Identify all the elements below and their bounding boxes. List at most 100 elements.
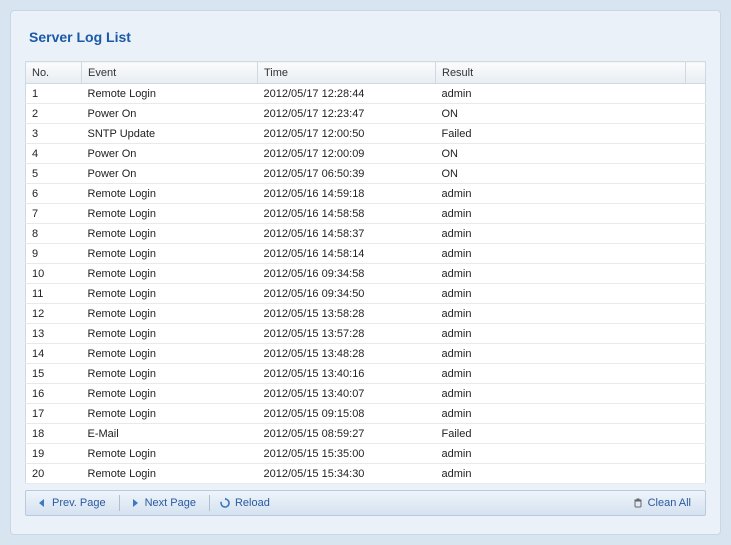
cell-extra <box>686 224 706 244</box>
cell-result: admin <box>436 184 686 204</box>
cell-no: 18 <box>26 424 82 444</box>
cell-no: 10 <box>26 264 82 284</box>
cell-extra <box>686 104 706 124</box>
cell-extra <box>686 84 706 104</box>
toolbar-separator <box>209 495 210 511</box>
cell-result: admin <box>436 324 686 344</box>
next-page-button[interactable]: Next Page <box>123 495 202 511</box>
cell-extra <box>686 264 706 284</box>
table-row[interactable]: 2Power On2012/05/17 12:23:47ON <box>26 104 706 124</box>
cell-result: admin <box>436 304 686 324</box>
arrow-left-icon <box>36 497 48 509</box>
cell-extra <box>686 204 706 224</box>
table-row[interactable]: 7Remote Login2012/05/16 14:58:58admin <box>26 204 706 224</box>
cell-no: 11 <box>26 284 82 304</box>
cell-event: SNTP Update <box>82 124 258 144</box>
col-header-extra <box>686 62 706 84</box>
cell-event: E-Mail <box>82 424 258 444</box>
cell-time: 2012/05/16 09:34:58 <box>258 264 436 284</box>
table-row[interactable]: 13Remote Login2012/05/15 13:57:28admin <box>26 324 706 344</box>
cell-result: ON <box>436 104 686 124</box>
cell-no: 13 <box>26 324 82 344</box>
cell-extra <box>686 384 706 404</box>
cell-event: Power On <box>82 104 258 124</box>
cell-no: 4 <box>26 144 82 164</box>
cell-extra <box>686 244 706 264</box>
table-row[interactable]: 17Remote Login2012/05/15 09:15:08admin <box>26 404 706 424</box>
cell-time: 2012/05/16 09:34:50 <box>258 284 436 304</box>
prev-page-button[interactable]: Prev. Page <box>30 495 112 511</box>
cell-event: Remote Login <box>82 224 258 244</box>
cell-time: 2012/05/17 12:00:09 <box>258 144 436 164</box>
table-row[interactable]: 15Remote Login2012/05/15 13:40:16admin <box>26 364 706 384</box>
col-header-no[interactable]: No. <box>26 62 82 84</box>
cell-result: admin <box>436 464 686 484</box>
cell-result: Failed <box>436 124 686 144</box>
cell-result: admin <box>436 84 686 104</box>
table-row[interactable]: 19Remote Login2012/05/15 15:35:00admin <box>26 444 706 464</box>
cell-time: 2012/05/15 08:59:27 <box>258 424 436 444</box>
cell-no: 14 <box>26 344 82 364</box>
table-row[interactable]: 12Remote Login2012/05/15 13:58:28admin <box>26 304 706 324</box>
table-row[interactable]: 5Power On2012/05/17 06:50:39ON <box>26 164 706 184</box>
cell-event: Remote Login <box>82 324 258 344</box>
cell-event: Remote Login <box>82 284 258 304</box>
cell-extra <box>686 464 706 484</box>
cell-no: 15 <box>26 364 82 384</box>
cell-time: 2012/05/15 13:58:28 <box>258 304 436 324</box>
table-row[interactable]: 6Remote Login2012/05/16 14:59:18admin <box>26 184 706 204</box>
cell-event: Remote Login <box>82 464 258 484</box>
table-row[interactable]: 11Remote Login2012/05/16 09:34:50admin <box>26 284 706 304</box>
cell-result: admin <box>436 204 686 224</box>
table-row[interactable]: 18E-Mail2012/05/15 08:59:27Failed <box>26 424 706 444</box>
cell-time: 2012/05/15 13:40:07 <box>258 384 436 404</box>
cell-time: 2012/05/16 14:58:37 <box>258 224 436 244</box>
col-header-result[interactable]: Result <box>436 62 686 84</box>
content-panel: Server Log List No. Event Time Result 1R… <box>10 10 721 535</box>
cell-event: Remote Login <box>82 204 258 224</box>
cell-no: 3 <box>26 124 82 144</box>
cell-no: 20 <box>26 464 82 484</box>
prev-page-label: Prev. Page <box>52 497 106 509</box>
cell-extra <box>686 364 706 384</box>
reload-icon <box>219 497 231 509</box>
cell-result: ON <box>436 164 686 184</box>
cell-no: 9 <box>26 244 82 264</box>
col-header-event[interactable]: Event <box>82 62 258 84</box>
cell-no: 12 <box>26 304 82 324</box>
cell-time: 2012/05/16 14:58:58 <box>258 204 436 224</box>
cell-result: admin <box>436 284 686 304</box>
cell-event: Power On <box>82 164 258 184</box>
cell-time: 2012/05/15 15:35:00 <box>258 444 436 464</box>
table-row[interactable]: 3SNTP Update2012/05/17 12:00:50Failed <box>26 124 706 144</box>
table-row[interactable]: 9Remote Login2012/05/16 14:58:14admin <box>26 244 706 264</box>
cell-extra <box>686 284 706 304</box>
cell-extra <box>686 404 706 424</box>
table-row[interactable]: 14Remote Login2012/05/15 13:48:28admin <box>26 344 706 364</box>
cell-no: 6 <box>26 184 82 204</box>
cell-event: Remote Login <box>82 264 258 284</box>
cell-no: 19 <box>26 444 82 464</box>
reload-button[interactable]: Reload <box>213 495 276 511</box>
cell-time: 2012/05/16 14:59:18 <box>258 184 436 204</box>
table-row[interactable]: 1Remote Login2012/05/17 12:28:44admin <box>26 84 706 104</box>
cell-event: Remote Login <box>82 304 258 324</box>
table-row[interactable]: 4Power On2012/05/17 12:00:09ON <box>26 144 706 164</box>
cell-time: 2012/05/17 12:23:47 <box>258 104 436 124</box>
table-row[interactable]: 8Remote Login2012/05/16 14:58:37admin <box>26 224 706 244</box>
toolbar: Prev. Page Next Page Reload <box>25 490 706 516</box>
cell-result: admin <box>436 244 686 264</box>
cell-no: 2 <box>26 104 82 124</box>
cell-extra <box>686 124 706 144</box>
clean-all-button[interactable]: Clean All <box>626 495 697 511</box>
cell-time: 2012/05/15 13:48:28 <box>258 344 436 364</box>
cell-event: Remote Login <box>82 344 258 364</box>
col-header-time[interactable]: Time <box>258 62 436 84</box>
table-header-row: No. Event Time Result <box>26 62 706 84</box>
cell-event: Remote Login <box>82 384 258 404</box>
table-row[interactable]: 20Remote Login2012/05/15 15:34:30admin <box>26 464 706 484</box>
cell-extra <box>686 184 706 204</box>
cell-no: 7 <box>26 204 82 224</box>
table-row[interactable]: 16Remote Login2012/05/15 13:40:07admin <box>26 384 706 404</box>
table-row[interactable]: 10Remote Login2012/05/16 09:34:58admin <box>26 264 706 284</box>
